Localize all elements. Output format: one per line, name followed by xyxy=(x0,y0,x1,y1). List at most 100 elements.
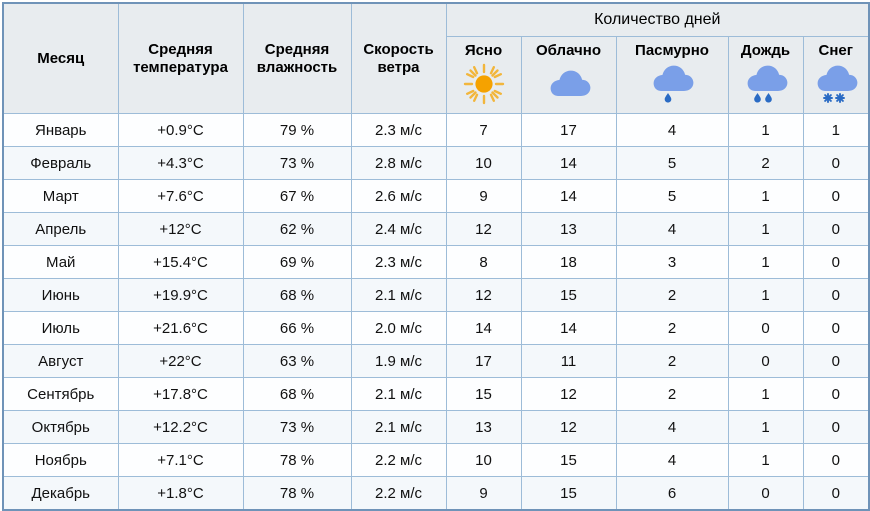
cell-avg-temperature: +19.9°C xyxy=(117,278,244,312)
cell-month: Август xyxy=(2,344,119,378)
cell-avg-humidity: 73 % xyxy=(242,410,352,444)
cell-wind-speed: 2.3 м/с xyxy=(350,245,447,279)
cell-avg-humidity: 73 % xyxy=(242,146,352,180)
cell-wind-speed: 2.0 м/с xyxy=(350,311,447,345)
table-row: Февраль +4.3°C 73 % 2.8 м/с 10 14 5 2 0 xyxy=(2,146,870,180)
cell-month: Октябрь xyxy=(2,410,119,444)
cell-days-overcast: 2 xyxy=(615,377,729,411)
cell-avg-humidity: 68 % xyxy=(242,377,352,411)
cell-wind-speed: 1.9 м/с xyxy=(350,344,447,378)
cell-days-overcast: 5 xyxy=(615,146,729,180)
column-header-avg-humidity: Средняя влажность xyxy=(242,2,352,114)
cell-days-overcast: 4 xyxy=(615,212,729,246)
cell-avg-temperature: +17.8°C xyxy=(117,377,244,411)
cell-days-overcast: 3 xyxy=(615,245,729,279)
cell-month: Март xyxy=(2,179,119,213)
cell-days-cloudy: 15 xyxy=(520,476,617,511)
cell-days-rain: 0 xyxy=(727,344,804,378)
table-row: Август +22°C 63 % 1.9 м/с 17 11 2 0 0 xyxy=(2,344,870,378)
cloud-rain-icon xyxy=(729,60,803,108)
table-row: Декабрь +1.8°C 78 % 2.2 м/с 9 15 6 0 0 xyxy=(2,476,870,511)
cell-days-cloudy: 12 xyxy=(520,410,617,444)
cell-avg-temperature: +7.1°C xyxy=(117,443,244,477)
cell-wind-speed: 2.1 м/с xyxy=(350,377,447,411)
cell-days-cloudy: 14 xyxy=(520,311,617,345)
sun-icon xyxy=(447,60,521,108)
cell-avg-temperature: +1.8°C xyxy=(117,476,244,511)
column-header-clear: Ясно xyxy=(445,36,522,114)
cell-days-snow: 0 xyxy=(802,377,870,411)
column-header-snow: Снег xyxy=(802,36,870,114)
cell-avg-temperature: +12.2°C xyxy=(117,410,244,444)
cell-month: Январь xyxy=(2,113,119,147)
cell-days-snow: 0 xyxy=(802,212,870,246)
cell-days-overcast: 4 xyxy=(615,113,729,147)
cloud-snow-icon xyxy=(804,60,869,108)
table-body: Январь +0.9°C 79 % 2.3 м/с 7 17 4 1 1 Февраль +4.3… xyxy=(2,113,870,511)
cell-days-cloudy: 13 xyxy=(520,212,617,246)
cell-avg-humidity: 78 % xyxy=(242,476,352,511)
cell-avg-temperature: +12°C xyxy=(117,212,244,246)
cell-days-clear: 14 xyxy=(445,311,522,345)
cell-days-clear: 10 xyxy=(445,443,522,477)
cell-wind-speed: 2.2 м/с xyxy=(350,443,447,477)
cell-wind-speed: 2.1 м/с xyxy=(350,410,447,444)
cell-days-snow: 0 xyxy=(802,476,870,511)
cell-days-cloudy: 14 xyxy=(520,179,617,213)
cell-days-cloudy: 15 xyxy=(520,443,617,477)
cell-avg-humidity: 63 % xyxy=(242,344,352,378)
cell-month: Февраль xyxy=(2,146,119,180)
cell-days-clear: 15 xyxy=(445,377,522,411)
cell-avg-humidity: 69 % xyxy=(242,245,352,279)
cell-days-cloudy: 12 xyxy=(520,377,617,411)
cell-days-snow: 0 xyxy=(802,410,870,444)
column-header-wind-speed: Скорость ветра xyxy=(350,2,447,114)
column-header-cloudy-label: Облачно xyxy=(536,41,601,59)
cell-days-snow: 0 xyxy=(802,311,870,345)
cell-days-overcast: 4 xyxy=(615,410,729,444)
cloud-drizzle-icon xyxy=(617,60,728,108)
column-header-snow-label: Снег xyxy=(818,41,854,59)
cell-days-cloudy: 15 xyxy=(520,278,617,312)
cell-days-rain: 0 xyxy=(727,476,804,511)
cell-days-snow: 0 xyxy=(802,443,870,477)
cell-days-rain: 1 xyxy=(727,212,804,246)
cell-days-cloudy: 11 xyxy=(520,344,617,378)
cell-days-snow: 0 xyxy=(802,245,870,279)
cell-days-clear: 17 xyxy=(445,344,522,378)
cell-days-clear: 10 xyxy=(445,146,522,180)
table-row: Апрель +12°C 62 % 2.4 м/с 12 13 4 1 0 xyxy=(2,212,870,246)
cell-days-rain: 1 xyxy=(727,410,804,444)
column-header-overcast-label: Пасмурно xyxy=(635,41,709,59)
cell-wind-speed: 2.4 м/с xyxy=(350,212,447,246)
cell-wind-speed: 2.3 м/с xyxy=(350,113,447,147)
cell-avg-temperature: +22°C xyxy=(117,344,244,378)
table-row: Январь +0.9°C 79 % 2.3 м/с 7 17 4 1 1 xyxy=(2,113,870,147)
cell-days-rain: 1 xyxy=(727,278,804,312)
cell-month: Сентябрь xyxy=(2,377,119,411)
header-row-group: Месяц Средняя температура Средняя влажно… xyxy=(2,2,870,114)
cell-days-snow: 0 xyxy=(802,344,870,378)
cell-avg-humidity: 67 % xyxy=(242,179,352,213)
cell-wind-speed: 2.6 м/с xyxy=(350,179,447,213)
cell-days-cloudy: 14 xyxy=(520,146,617,180)
cell-days-overcast: 5 xyxy=(615,179,729,213)
cell-month: Декабрь xyxy=(2,476,119,511)
cell-month: Июнь xyxy=(2,278,119,312)
cell-avg-humidity: 68 % xyxy=(242,278,352,312)
cell-month: Май xyxy=(2,245,119,279)
column-header-clear-label: Ясно xyxy=(464,41,503,59)
monthly-weather-table: Месяц Средняя температура Средняя влажно… xyxy=(2,2,870,511)
cell-days-clear: 13 xyxy=(445,410,522,444)
cell-avg-temperature: +0.9°C xyxy=(117,113,244,147)
cell-avg-humidity: 78 % xyxy=(242,443,352,477)
cell-avg-temperature: +4.3°C xyxy=(117,146,244,180)
cell-days-overcast: 6 xyxy=(615,476,729,511)
column-header-overcast: Пасмурно xyxy=(615,36,729,114)
table-row: Март +7.6°C 67 % 2.6 м/с 9 14 5 1 0 xyxy=(2,179,870,213)
column-header-rain-label: Дождь xyxy=(740,41,791,59)
cell-days-overcast: 2 xyxy=(615,311,729,345)
cell-avg-temperature: +15.4°C xyxy=(117,245,244,279)
cell-avg-temperature: +21.6°C xyxy=(117,311,244,345)
cell-wind-speed: 2.2 м/с xyxy=(350,476,447,511)
